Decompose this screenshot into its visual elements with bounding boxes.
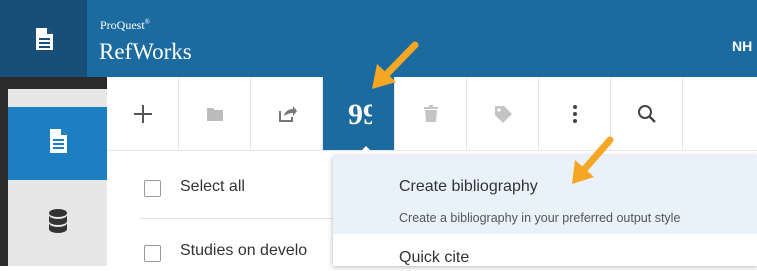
annotation-arrows — [372, 41, 614, 184]
arrow-icon — [572, 136, 614, 184]
arrow-icon — [372, 41, 419, 89]
